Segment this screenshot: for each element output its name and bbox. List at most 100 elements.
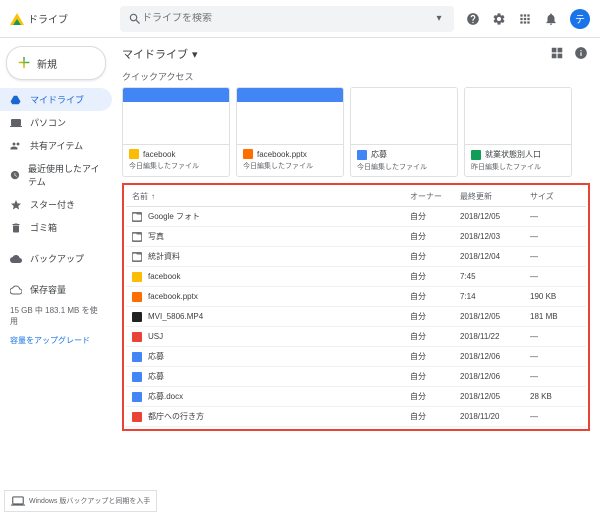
product-name: ドライブ <box>28 11 68 26</box>
file-owner: 自分 <box>410 331 460 342</box>
notifications-icon[interactable] <box>544 12 558 26</box>
sidebar-storage[interactable]: 保存容量 <box>0 278 112 301</box>
grid-view-icon[interactable] <box>550 46 564 60</box>
sidebar-item-clock[interactable]: 最近使用したアイテム <box>0 157 112 193</box>
file-icon <box>132 292 142 302</box>
table-row[interactable]: MVI_5806.MP4自分2018/12/05181 MB <box>126 307 586 327</box>
quick-access-card[interactable]: 応募今日編集したファイル <box>350 87 458 177</box>
sidebar-item-drive[interactable]: マイドライブ <box>0 88 112 111</box>
col-size[interactable]: サイズ <box>530 191 580 202</box>
gear-icon[interactable] <box>492 12 506 26</box>
file-name: Google フォト <box>148 211 200 222</box>
table-row[interactable]: 写真 自分2018/12/03— <box>126 227 586 247</box>
file-subtitle: 昨日編集したファイル <box>471 162 565 172</box>
thumbnail <box>351 88 457 144</box>
search-input[interactable] <box>142 13 432 24</box>
file-name: 写真 <box>148 231 164 242</box>
clock-icon <box>10 169 20 181</box>
col-modified[interactable]: 最終更新 <box>460 191 530 202</box>
backup-label: バックアップ <box>30 252 84 265</box>
file-modified: 2018/12/03 <box>460 232 530 241</box>
table-header: 名前↑ オーナー 最終更新 サイズ <box>126 187 586 207</box>
file-size: — <box>530 332 580 341</box>
file-table: 名前↑ オーナー 最終更新 サイズ Google フォト自分2018/12/05… <box>122 183 590 431</box>
file-owner: 自分 <box>410 291 460 302</box>
sidebar-item-label: ゴミ箱 <box>30 221 57 234</box>
file-modified: 2018/12/06 <box>460 352 530 361</box>
file-owner: 自分 <box>410 271 460 282</box>
file-size: — <box>530 232 580 241</box>
storage-upgrade-link[interactable]: 容量をアップグレード <box>0 331 112 350</box>
sidebar-item-star[interactable]: スター付き <box>0 193 112 216</box>
file-owner: 自分 <box>410 411 460 422</box>
table-row[interactable]: USJ 自分2018/11/22— <box>126 327 586 347</box>
file-modified: 2018/12/05 <box>460 212 530 221</box>
sidebar-backup[interactable]: バックアップ <box>0 247 112 270</box>
table-row[interactable]: 都庁への行き方自分2018/11/20— <box>126 407 586 427</box>
table-row[interactable]: facebook自分7:45— <box>126 267 586 287</box>
file-name: 応募.docx <box>148 391 183 402</box>
quick-access-card[interactable]: 就業状態別人口昨日編集したファイル <box>464 87 572 177</box>
file-size: — <box>530 252 580 261</box>
file-name: 応募 <box>148 371 164 382</box>
storage-label: 保存容量 <box>30 283 66 296</box>
avatar[interactable]: テ <box>570 9 590 29</box>
search-bar[interactable]: ▾ <box>120 6 454 32</box>
file-owner: 自分 <box>410 251 460 262</box>
file-name: 応募 <box>371 149 387 160</box>
file-modified: 2018/12/06 <box>460 372 530 381</box>
apps-icon[interactable] <box>518 12 532 26</box>
file-modified: 2018/11/22 <box>460 332 530 341</box>
backup-sync-promo[interactable]: Windows 版バックアップと同期を入手 <box>4 490 157 512</box>
file-owner: 自分 <box>410 231 460 242</box>
file-size: 181 MB <box>530 312 580 321</box>
drive-logo-icon <box>10 13 24 25</box>
help-icon[interactable] <box>466 12 480 26</box>
star-icon <box>10 199 22 211</box>
table-row[interactable]: Google フォト自分2018/12/05— <box>126 207 586 227</box>
thumbnail <box>237 88 343 144</box>
sidebar-item-trash[interactable]: ゴミ箱 <box>0 216 112 239</box>
file-modified: 7:14 <box>460 292 530 301</box>
table-row[interactable]: 応募自分2018/12/06— <box>126 347 586 367</box>
table-row[interactable]: 応募.docx自分2018/12/0528 KB <box>126 387 586 407</box>
chevron-down-icon: ▾ <box>192 48 198 61</box>
quick-access-card[interactable]: facebook.pptx 今日編集したファイル <box>236 87 344 177</box>
cloud-icon <box>10 253 22 265</box>
sidebar-item-label: パソコン <box>30 116 66 129</box>
logo-section[interactable]: ドライブ <box>10 11 120 26</box>
table-row[interactable]: 統計資料自分2018/12/04— <box>126 247 586 267</box>
new-button[interactable]: ＋ 新規 <box>6 46 106 80</box>
file-name: 就業状態別人口 <box>485 149 541 160</box>
sidebar-item-computer[interactable]: パソコン <box>0 111 112 134</box>
file-name: facebook.pptx <box>257 150 307 159</box>
file-name: facebook.pptx <box>148 292 198 301</box>
file-modified: 2018/12/05 <box>460 392 530 401</box>
file-name: 応募 <box>148 351 164 362</box>
sidebar-item-people[interactable]: 共有アイテム <box>0 134 112 157</box>
file-name: USJ <box>148 332 163 341</box>
table-row[interactable]: facebook.pptx 自分7:14190 KB <box>126 287 586 307</box>
breadcrumb[interactable]: マイドライブ ▾ <box>122 46 590 62</box>
search-icon <box>128 12 142 26</box>
file-icon <box>132 272 142 282</box>
quick-access-card[interactable]: facebook今日編集したファイル <box>122 87 230 177</box>
file-icon <box>132 312 142 322</box>
file-modified: 7:45 <box>460 272 530 281</box>
file-icon <box>132 332 142 342</box>
storage-used: 15 GB 中 183.1 MB を使用 <box>0 301 112 331</box>
file-subtitle: 今日編集したファイル <box>243 161 337 171</box>
table-row[interactable]: 応募自分2018/12/06— <box>126 367 586 387</box>
col-name[interactable]: 名前↑ <box>132 191 410 202</box>
file-type-icon <box>243 149 253 159</box>
dropdown-icon[interactable]: ▾ <box>432 12 446 26</box>
people-icon <box>10 140 22 152</box>
trash-icon <box>10 222 22 234</box>
computer-icon <box>10 117 22 129</box>
file-type-icon <box>129 149 139 159</box>
laptop-icon <box>11 494 25 508</box>
sidebar-item-label: スター付き <box>30 198 75 211</box>
col-owner[interactable]: オーナー <box>410 191 460 202</box>
info-icon[interactable] <box>574 46 588 60</box>
file-size: 190 KB <box>530 292 580 301</box>
